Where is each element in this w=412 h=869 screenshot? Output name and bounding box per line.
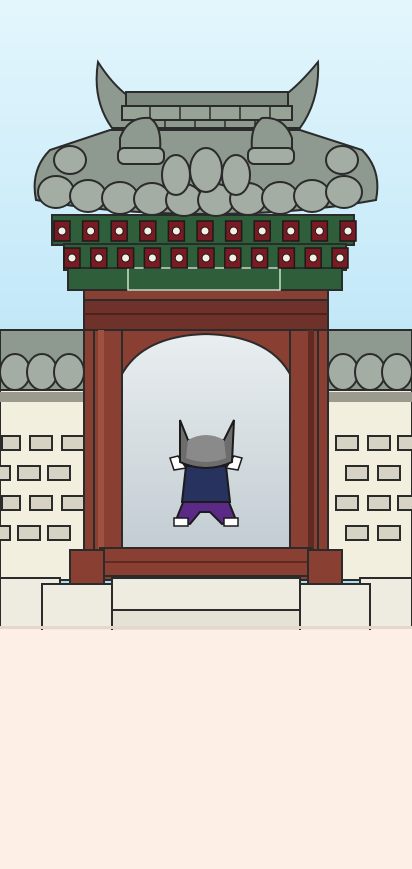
empty-ground-area <box>0 630 412 869</box>
rafter-flower-motif <box>281 253 291 263</box>
rafter-flower-motif <box>255 253 265 263</box>
rafter-flower-motif <box>314 226 324 236</box>
rafter-flower-motif <box>200 226 210 236</box>
rafter-flower-motif <box>57 226 67 236</box>
rafter-flower-motif <box>94 253 104 263</box>
rafter-flower-motif <box>86 226 96 236</box>
dancheong-eaves <box>51 214 357 291</box>
ground-edge <box>0 626 412 629</box>
rafter-flower-motif <box>308 253 318 263</box>
rafter-flower-motif <box>201 253 211 263</box>
rafter-flower-motif <box>143 226 153 236</box>
rafter-flower-motif <box>67 253 77 263</box>
rafter-flower-motif <box>174 253 184 263</box>
rafter-flower-motif <box>286 226 296 236</box>
rafter-flower-motif <box>335 253 345 263</box>
rafter-flower-motif <box>228 253 238 263</box>
rafter-flower-motif <box>171 226 181 236</box>
rafter-flower-motif <box>114 226 124 236</box>
rafter-flower-motif <box>121 253 131 263</box>
rafter-flower-motif <box>229 226 239 236</box>
rafter-flower-motif <box>343 226 353 236</box>
rafter-flower-motif <box>257 226 267 236</box>
gate <box>69 279 343 585</box>
rafter-flower-motif <box>147 253 157 263</box>
